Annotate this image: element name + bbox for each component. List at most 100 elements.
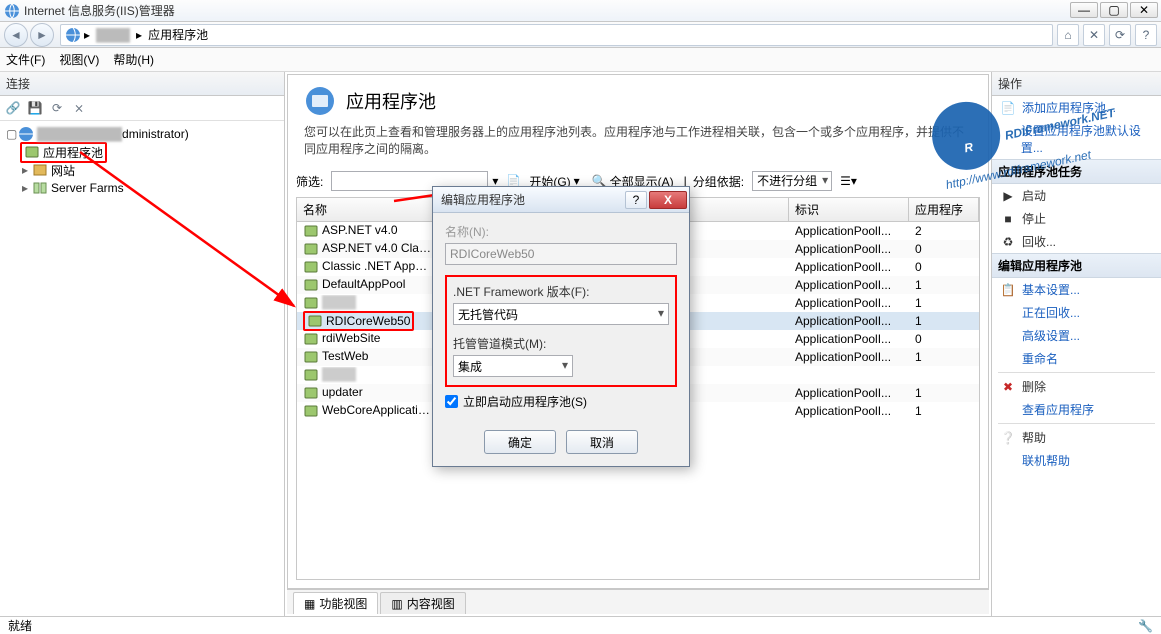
app-pool-icon	[24, 144, 40, 160]
status-mode-icon: 🔧	[1138, 619, 1153, 633]
action-stop[interactable]: ■停止	[992, 207, 1161, 230]
menu-file[interactable]: 文件(F)	[6, 51, 45, 68]
action-recycle[interactable]: ♻回收...	[992, 230, 1161, 253]
menu-help[interactable]: 帮助(H)	[113, 51, 154, 68]
tree-sites-label: 网站	[51, 162, 75, 179]
menu-view[interactable]: 视图(V)	[59, 51, 99, 68]
view-tabs: ▦ 功能视图 ▥ 内容视图	[287, 589, 989, 614]
cell-identity: ApplicationPoolI...	[789, 296, 909, 310]
cell-apps: 1	[909, 314, 979, 328]
cell-identity: ApplicationPoolI...	[789, 350, 909, 364]
section-pool-tasks: 应用程序池任务	[992, 159, 1161, 184]
col-identity[interactable]: 标识	[789, 198, 909, 221]
minimize-button[interactable]: —	[1070, 2, 1098, 18]
dialog-titlebar: 编辑应用程序池 ? X	[433, 187, 689, 213]
actions-panel: 操作 📄添加应用程序池... 设置应用程序池默认设置... 应用程序池任务 ▶启…	[991, 72, 1161, 616]
action-set-defaults[interactable]: 设置应用程序池默认设置...	[992, 119, 1161, 159]
maximize-button[interactable]: ▢	[1100, 2, 1128, 18]
cell-apps: 1	[909, 386, 979, 400]
edit-app-pool-dialog: 编辑应用程序池 ? X 名称(N): .NET Framework 版本(F):…	[432, 186, 690, 467]
dialog-title: 编辑应用程序池	[441, 191, 625, 208]
dialog-help-button[interactable]: ?	[625, 191, 647, 209]
cell-apps: 0	[909, 332, 979, 346]
dialog-close-button[interactable]: X	[649, 191, 687, 209]
close-button[interactable]: ✕	[1130, 2, 1158, 18]
tree-toolbar: 🔗 💾 ⟳ ⨯	[0, 96, 284, 121]
breadcrumb-current: 应用程序池	[148, 26, 208, 43]
window-titlebar: Internet 信息服务(IIS)管理器 — ▢ ✕	[0, 0, 1161, 22]
breadcrumb[interactable]: ▸ ████ ▸ 应用程序池	[60, 24, 1053, 46]
cell-apps: 1	[909, 404, 979, 418]
dlg-ok-button[interactable]: 确定	[484, 430, 556, 454]
tree-stop-button[interactable]: ⨯	[70, 99, 88, 117]
action-help[interactable]: ❔帮助	[992, 426, 1161, 449]
page-title: 应用程序池	[346, 88, 436, 114]
cell-apps: 1	[909, 350, 979, 364]
tree-server-node[interactable]: ▢ ██████████ dministrator)	[2, 125, 282, 143]
status-bar: 就绪 🔧	[0, 616, 1161, 634]
cell-identity: ApplicationPoolI...	[789, 260, 909, 274]
dlg-start-now-input[interactable]	[445, 395, 458, 408]
action-advanced-settings[interactable]: 高级设置...	[992, 324, 1161, 347]
cell-identity: ApplicationPoolI...	[789, 332, 909, 346]
action-add-pool[interactable]: 📄添加应用程序池...	[992, 96, 1161, 119]
sites-icon	[32, 162, 48, 178]
action-delete[interactable]: ✖删除	[992, 375, 1161, 398]
menu-bar: 文件(F) 视图(V) 帮助(H)	[0, 48, 1161, 72]
action-start[interactable]: ▶启动	[992, 184, 1161, 207]
dlg-fw-label: .NET Framework 版本(F):	[453, 283, 669, 300]
nav-refresh-button[interactable]: ⟳	[1109, 24, 1131, 46]
group-by-select[interactable]: 不进行分组	[752, 171, 832, 191]
cell-name: WebCoreApplicationT	[297, 403, 437, 419]
col-apps[interactable]: 应用程序	[909, 198, 979, 221]
action-recycling-settings[interactable]: 正在回收...	[992, 301, 1161, 324]
action-basic-settings[interactable]: 📋基本设置...	[992, 278, 1161, 301]
server-icon	[65, 27, 81, 43]
status-text: 就绪	[8, 617, 32, 634]
dlg-name-label: 名称(N):	[445, 223, 677, 240]
cell-identity: ApplicationPoolI...	[789, 386, 909, 400]
cell-apps: 0	[909, 260, 979, 274]
section-edit-pool: 编辑应用程序池	[992, 253, 1161, 278]
cell-identity: ApplicationPoolI...	[789, 278, 909, 292]
nav-bar: ◄ ► ▸ ████ ▸ 应用程序池 ⌂ ✕ ⟳ ?	[0, 22, 1161, 48]
tab-content[interactable]: ▥ 内容视图	[380, 592, 465, 614]
cell-name: RDICoreWeb50	[297, 311, 437, 332]
nav-help-button[interactable]: ?	[1135, 24, 1157, 46]
server-icon	[18, 126, 34, 142]
cell-apps: 1	[909, 296, 979, 310]
nav-tools-button[interactable]: ✕	[1083, 24, 1105, 46]
farm-icon	[32, 180, 48, 196]
tree-save-button[interactable]: 💾	[26, 99, 44, 117]
cell-identity: ApplicationPoolI...	[789, 242, 909, 256]
dlg-cancel-button[interactable]: 取消	[566, 430, 638, 454]
action-view-apps[interactable]: 查看应用程序	[992, 398, 1161, 421]
dlg-framework-select[interactable]: 无托管代码	[453, 303, 669, 325]
cell-apps: 1	[909, 278, 979, 292]
app-pools-large-icon	[304, 85, 336, 117]
cell-apps: 0	[909, 242, 979, 256]
nav-forward-button[interactable]: ►	[30, 23, 54, 47]
iis-icon	[4, 3, 20, 19]
dlg-start-now-checkbox[interactable]: 立即启动应用程序池(S)	[445, 393, 677, 410]
dlg-name-input	[445, 243, 677, 265]
cell-identity: ApplicationPoolI...	[789, 314, 909, 328]
dlg-mode-label: 托管管道模式(M):	[453, 335, 669, 352]
cell-name: rdiWebSite	[297, 331, 437, 347]
nav-home-button[interactable]: ⌂	[1057, 24, 1079, 46]
action-online-help[interactable]: 联机帮助	[992, 449, 1161, 472]
connections-header: 连接	[0, 72, 284, 96]
group-by-label: 分组依据:	[693, 173, 744, 190]
action-rename[interactable]: 重命名	[992, 347, 1161, 370]
actions-header: 操作	[992, 72, 1161, 96]
tab-features[interactable]: ▦ 功能视图	[293, 592, 378, 614]
dlg-pipeline-select[interactable]: 集成	[453, 355, 573, 377]
tree-refresh-button[interactable]: ⟳	[48, 99, 66, 117]
cell-name: ████	[297, 367, 437, 383]
tree-connect-button[interactable]: 🔗	[4, 99, 22, 117]
nav-back-button[interactable]: ◄	[4, 23, 28, 47]
cell-name: updater	[297, 385, 437, 401]
cell-apps: 2	[909, 224, 979, 238]
server-label-suffix: dministrator)	[122, 127, 189, 141]
cell-identity: ApplicationPoolI...	[789, 404, 909, 418]
